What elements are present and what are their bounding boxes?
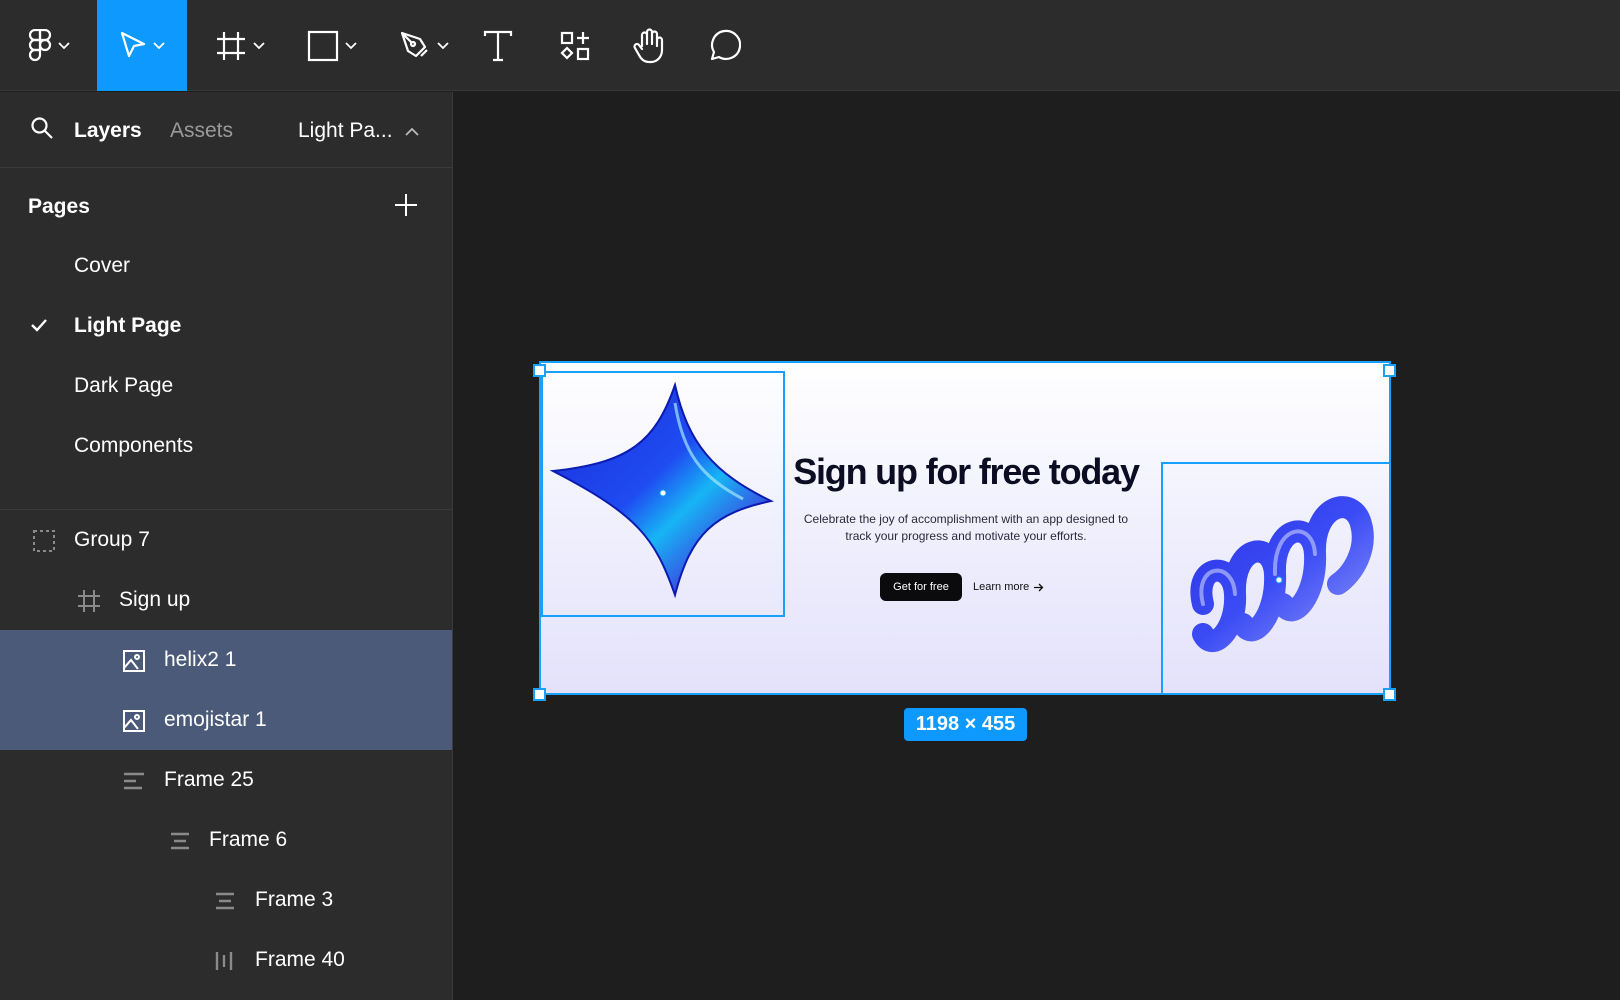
add-page-button[interactable] bbox=[394, 193, 418, 222]
group-icon bbox=[33, 530, 55, 552]
rectangle-icon bbox=[307, 30, 339, 61]
auto-layout-horizontal-icon bbox=[215, 952, 233, 970]
layer-row-emojistar-1[interactable]: emojistar 1 bbox=[0, 690, 452, 750]
chevron-down-icon bbox=[437, 41, 449, 49]
get-for-free-button[interactable]: Get for free bbox=[880, 573, 962, 601]
layer-row-frame-3[interactable]: Frame 3 bbox=[0, 870, 452, 930]
resize-handle-bottom-right[interactable] bbox=[1383, 688, 1396, 701]
image-icon bbox=[123, 650, 145, 672]
hand-icon bbox=[633, 27, 664, 63]
layer-label: helix2 1 bbox=[164, 648, 237, 671]
layer-label: Frame 3 bbox=[255, 888, 334, 911]
layers-panel: Layers Assets Light Pa... Pages Cover Li… bbox=[0, 92, 453, 1000]
link-label: Learn more bbox=[973, 581, 1030, 593]
star-3d-icon bbox=[549, 381, 775, 599]
text-icon bbox=[483, 30, 513, 61]
learn-more-link[interactable]: Learn more bbox=[973, 573, 1044, 601]
checkmark-icon bbox=[30, 318, 48, 337]
tab-layers[interactable]: Layers bbox=[74, 116, 142, 146]
frame-icon bbox=[78, 590, 100, 612]
resources-tool-button[interactable] bbox=[556, 0, 594, 91]
helix-3d-icon bbox=[1190, 496, 1374, 652]
sign-up-frame[interactable]: Sign up for free today Celebrate the joy… bbox=[539, 361, 1391, 695]
layer-row-frame-6[interactable]: Frame 6 bbox=[0, 810, 452, 870]
emojistar-image[interactable] bbox=[541, 371, 785, 617]
plus-icon bbox=[395, 194, 417, 216]
frame-hash-icon bbox=[217, 31, 245, 60]
pen-icon bbox=[400, 31, 428, 57]
page-item-light-page[interactable]: Light Page bbox=[0, 296, 452, 356]
selection-size-badge: 1198 × 455 bbox=[904, 708, 1027, 741]
page-switcher[interactable]: Light Pa... bbox=[298, 116, 419, 146]
layer-row-frame-25[interactable]: Frame 25 bbox=[0, 750, 452, 810]
panel-header: Layers Assets Light Pa... bbox=[0, 92, 452, 168]
page-item-label: Light Page bbox=[74, 314, 182, 337]
toolbar bbox=[0, 0, 1620, 91]
layer-label: Frame 25 bbox=[164, 768, 254, 791]
search-button[interactable] bbox=[30, 116, 54, 145]
chevron-up-icon bbox=[404, 127, 419, 136]
chevron-down-icon bbox=[153, 41, 165, 49]
resources-icon bbox=[560, 31, 590, 60]
page-item-components[interactable]: Components bbox=[0, 416, 452, 476]
auto-layout-center-icon bbox=[171, 832, 189, 850]
search-icon bbox=[31, 117, 53, 139]
helix-image[interactable] bbox=[1161, 462, 1389, 693]
layer-label: Group 7 bbox=[74, 528, 150, 551]
layer-label: Frame 40 bbox=[255, 948, 345, 971]
shape-tool-button[interactable] bbox=[300, 0, 364, 91]
layer-label: emojistar 1 bbox=[164, 708, 267, 731]
auto-layout-center-icon bbox=[216, 892, 234, 910]
banner-description: Celebrate the joy of accomplishment with… bbox=[803, 512, 1129, 543]
page-item-label: Dark Page bbox=[74, 374, 174, 397]
frame-tool-button[interactable] bbox=[208, 0, 272, 91]
layer-row-sign-up[interactable]: Sign up bbox=[0, 570, 452, 630]
chevron-down-icon bbox=[58, 41, 70, 49]
comment-icon bbox=[710, 29, 741, 60]
current-page-label: Light Pa... bbox=[298, 119, 393, 142]
move-tool-button[interactable] bbox=[97, 0, 187, 91]
text-tool-button[interactable] bbox=[478, 0, 518, 91]
page-item-cover[interactable]: Cover bbox=[0, 236, 452, 296]
hand-tool-button[interactable] bbox=[628, 0, 670, 91]
figma-logo-icon bbox=[28, 28, 52, 61]
main-menu-button[interactable] bbox=[20, 0, 78, 91]
comment-tool-button[interactable] bbox=[704, 0, 744, 91]
layer-label: Sign up bbox=[119, 588, 191, 611]
cursor-icon bbox=[120, 31, 146, 57]
image-icon bbox=[123, 710, 145, 732]
resize-handle-top-left[interactable] bbox=[533, 364, 546, 377]
auto-layout-left-icon bbox=[124, 772, 144, 790]
pages-section-title: Pages bbox=[28, 195, 90, 218]
layer-row-frame-40[interactable]: Frame 40 bbox=[0, 930, 452, 990]
page-item-label: Cover bbox=[74, 254, 131, 277]
resize-handle-top-right[interactable] bbox=[1383, 364, 1396, 377]
banner-title: Sign up for free today bbox=[793, 451, 1140, 492]
arrow-right-icon bbox=[1034, 583, 1044, 591]
layer-row-helix2-1[interactable]: helix2 1 bbox=[0, 630, 452, 690]
page-item-dark-page[interactable]: Dark Page bbox=[0, 356, 452, 416]
resize-handle-bottom-left[interactable] bbox=[533, 688, 546, 701]
chevron-down-icon bbox=[253, 41, 265, 49]
chevron-down-icon bbox=[345, 41, 357, 49]
pen-tool-button[interactable] bbox=[392, 0, 456, 91]
button-label: Get for free bbox=[893, 581, 949, 593]
page-item-label: Components bbox=[74, 434, 194, 457]
tab-assets[interactable]: Assets bbox=[170, 116, 233, 146]
layer-label: Frame 6 bbox=[209, 828, 288, 851]
layer-row-group-7[interactable]: Group 7 bbox=[0, 510, 452, 570]
